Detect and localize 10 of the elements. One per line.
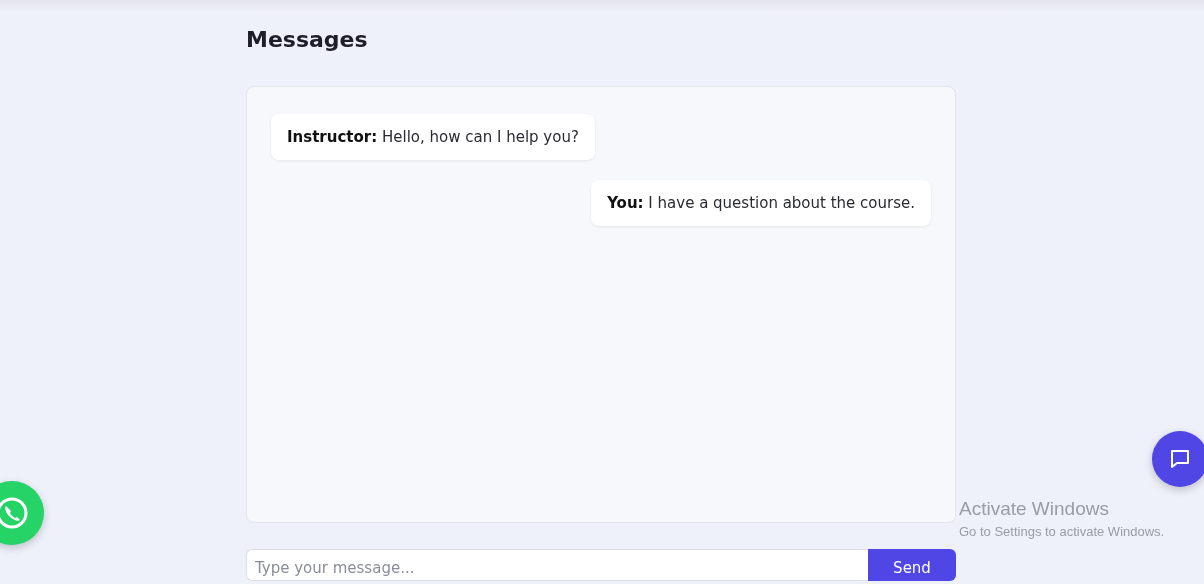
activation-subtitle: Go to Settings to activate Windows. — [959, 524, 1165, 539]
chat-icon — [1169, 448, 1191, 470]
message-bubble: You: I have a question about the course. — [591, 180, 931, 226]
message-bubble: Instructor: Hello, how can I help you? — [271, 114, 595, 160]
send-button[interactable]: Send — [868, 549, 956, 581]
page-title: Messages — [246, 26, 369, 54]
activation-title: Activate Windows — [959, 498, 1110, 520]
chat-button[interactable] — [1152, 431, 1204, 487]
message-input[interactable]: Type your message... — [246, 549, 868, 581]
phone-icon — [0, 495, 30, 531]
